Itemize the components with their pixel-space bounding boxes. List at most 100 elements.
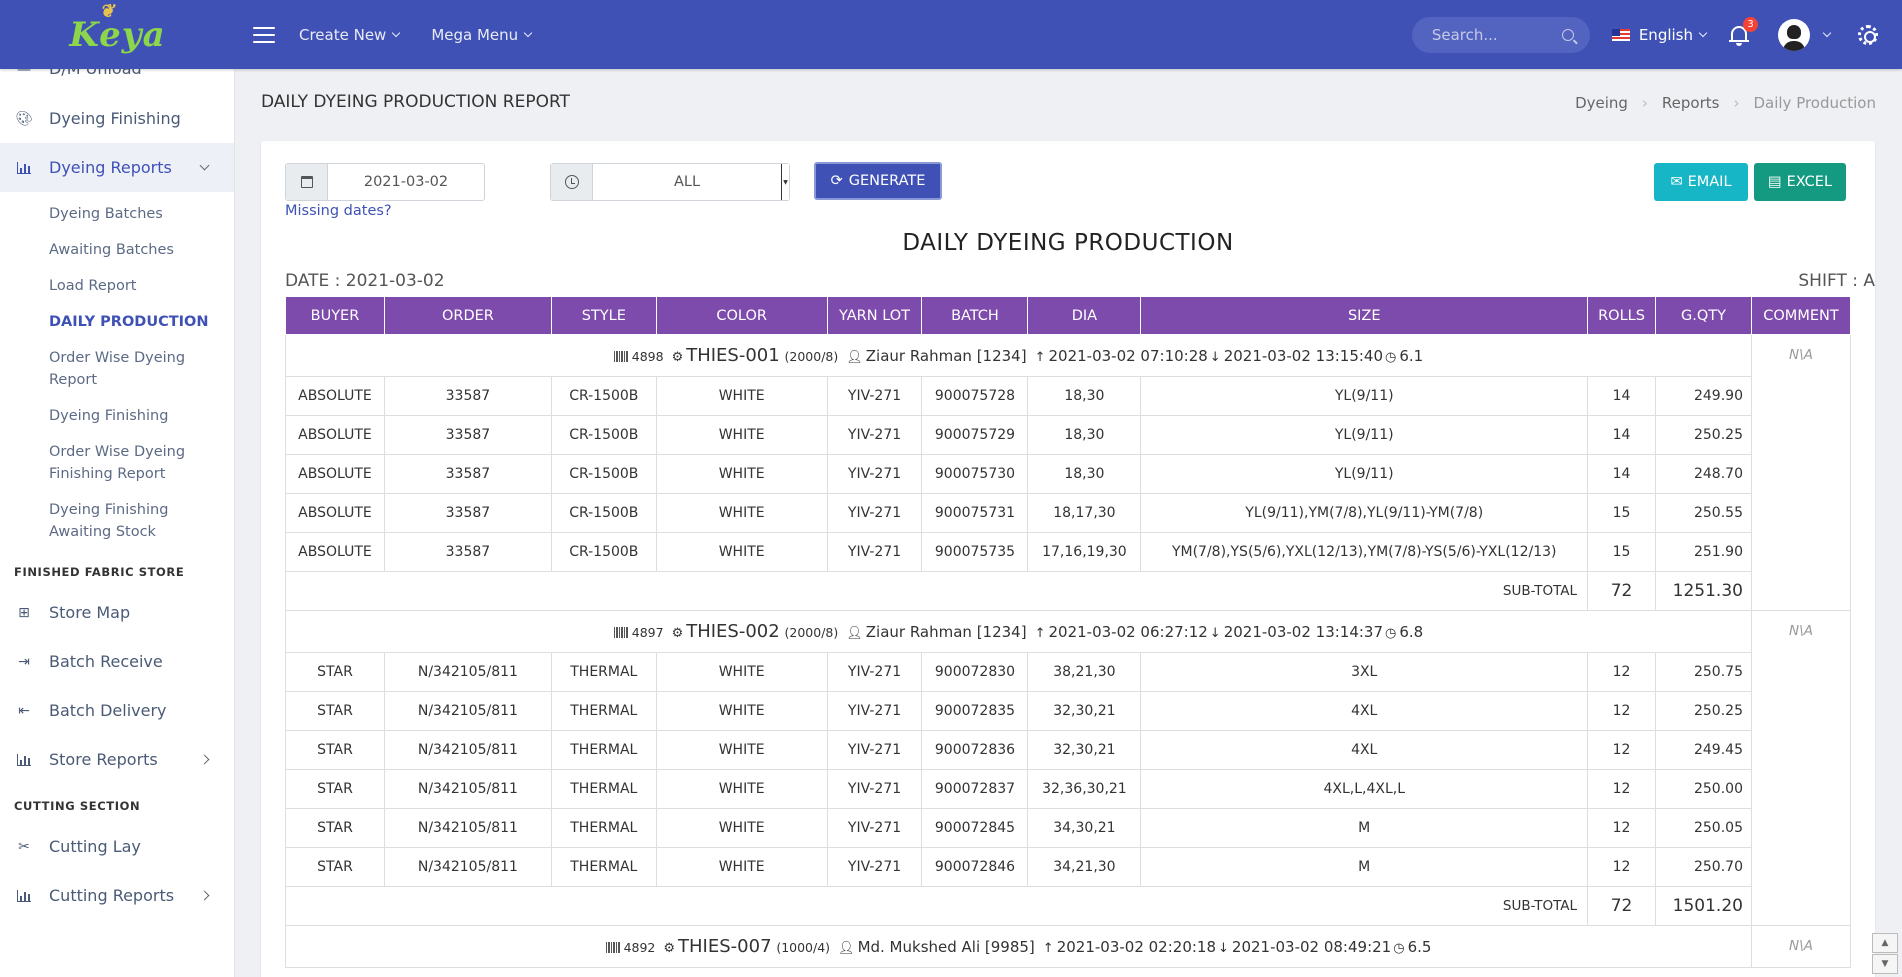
clock-icon [551, 164, 593, 200]
language-selector[interactable]: English [1611, 26, 1708, 44]
table-cell: WHITE [655, 532, 828, 572]
bar-chart-icon [16, 160, 32, 176]
sidebar-sub-daily-production[interactable]: DAILY PRODUCTION [0, 304, 234, 340]
generate-button[interactable]: ⟳ GENERATE [814, 162, 942, 200]
sidebar-sub-dyeing-batches[interactable]: Dyeing Batches [0, 196, 234, 232]
sidebar-sub-dyeing-finishing[interactable]: Dyeing Finishing [0, 398, 234, 434]
user-avatar[interactable] [1778, 18, 1810, 51]
table-cell: 900072835 [921, 691, 1029, 731]
table-cell: N/342105/811 [383, 808, 552, 848]
notification-bell-icon[interactable]: 3 [1728, 16, 1758, 47]
table-cell: 18,17,30 [1027, 493, 1142, 533]
table-cell: 15 [1587, 493, 1657, 533]
comment-cell: N\A [1750, 925, 1852, 968]
sidebar-item-store-reports[interactable]: Store Reports [0, 735, 234, 784]
table-cell: YIV-271 [826, 454, 923, 494]
chevron-down-icon[interactable]: ▼ [781, 164, 789, 200]
sidebar-item-store-map[interactable]: ⊞ Store Map [0, 588, 234, 637]
table-cell: THERMAL [550, 769, 657, 809]
table-cell: 249.90 [1655, 376, 1752, 416]
operator-name: Ziaur Rahman [1234] [865, 347, 1027, 365]
end-time: 2021-03-02 13:14:37 [1223, 623, 1384, 641]
batch-barcode: 4897 [631, 625, 664, 640]
create-new-menu[interactable]: Create New [299, 26, 401, 44]
scroll-down-button[interactable]: ▼ [1872, 954, 1898, 974]
table-cell: M [1140, 808, 1589, 848]
arrow-down-icon: ↓ [1209, 626, 1221, 641]
sidebar-sub-order-wise-dyeing-finishing-report[interactable]: Order Wise Dyeing Finishing Report [0, 434, 234, 492]
sidebar-item-cutting-lay[interactable]: ✂ Cutting Lay [0, 822, 234, 871]
table-cell: 250.25 [1655, 415, 1752, 455]
table-cell: ABSOLUTE [285, 454, 385, 494]
mega-menu[interactable]: Mega Menu [431, 26, 533, 44]
table-cell: 900072836 [921, 730, 1029, 770]
table-cell: 34,21,30 [1027, 847, 1142, 887]
table-cell: 900075730 [921, 454, 1029, 494]
scroll-up-button[interactable]: ▲ [1872, 933, 1898, 953]
table-cell: STAR [285, 769, 385, 809]
sidebar-item-batch-delivery[interactable]: ⇤ Batch Delivery [0, 686, 234, 735]
shift-select[interactable]: ALL ▼ [550, 163, 790, 201]
table-cell: THERMAL [550, 847, 657, 887]
sidebar-sub-order-wise-dyeing-report[interactable]: Order Wise Dyeing Report [0, 340, 234, 398]
table-cell: WHITE [655, 493, 828, 533]
palette-icon: 🎨︎ [15, 110, 33, 127]
table-cell: 12 [1587, 808, 1657, 848]
sidebar-heading-cutting-section: CUTTING SECTION [14, 799, 141, 813]
subtotal-qty: 1501.20 [1655, 886, 1752, 926]
arrow-down-icon: ↓ [1209, 350, 1221, 365]
hamburger-menu-icon[interactable] [253, 26, 275, 43]
table-cell: 900075728 [921, 376, 1029, 416]
search-icon[interactable] [1561, 28, 1574, 41]
sidebar-item-batch-receive[interactable]: ⇥ Batch Receive [0, 637, 234, 686]
batch-barcode: 4898 [631, 349, 664, 364]
sidebar-item-cutting-reports[interactable]: Cutting Reports [0, 871, 234, 920]
chevron-down-icon[interactable] [1822, 28, 1832, 37]
report-date: DATE : 2021-03-02 [285, 271, 445, 291]
end-time: 2021-03-02 13:15:40 [1223, 347, 1384, 365]
sidebar-item-dyeing-reports[interactable]: Dyeing Reports [0, 143, 234, 192]
table-cell: 249.45 [1655, 730, 1752, 770]
table-cell: 250.25 [1655, 691, 1752, 731]
table-row: ABSOLUTE 33587 CR-1500B WHITE YIV-271 9000757… [285, 454, 1851, 494]
missing-dates-link[interactable]: Missing dates? [285, 203, 392, 219]
table-cell: YIV-271 [826, 532, 923, 572]
chevron-right-icon: › [1641, 94, 1648, 112]
table-cell: YIV-271 [826, 769, 923, 809]
date-input[interactable]: 2021-03-02 [328, 164, 484, 200]
sidebar-item-dyeing-finishing[interactable]: 🎨︎ Dyeing Finishing [0, 94, 234, 143]
sidebar-item-dm-unload[interactable]: —D/M Unload [0, 69, 234, 78]
app-logo[interactable]: ❦ Keya [0, 0, 235, 69]
gear-icon[interactable] [1858, 24, 1878, 45]
search-input[interactable] [1431, 25, 1562, 44]
table-cell: 4XL,L,4XL,L [1140, 769, 1589, 809]
batch-group-header-row: 4897 ⚙ THIES-002 (2000/8) 👤︎ Ziaur Rahman [1… [285, 610, 1852, 926]
table-cell: 250.05 [1655, 808, 1752, 848]
table-header-row: BUYER ORDER STYLE COLOR YARN LOT BATCH DIA SIZE… [285, 296, 1852, 335]
table-cell: 38,21,30 [1027, 652, 1142, 692]
clock-icon: ◷ [1385, 350, 1397, 365]
date-picker[interactable]: 2021-03-02 [285, 163, 485, 201]
column-header: ROLLS [1587, 296, 1657, 335]
table-row: ABSOLUTE 33587 CR-1500B WHITE YIV-271 9000757… [285, 532, 1851, 572]
chevron-down-icon [523, 28, 533, 37]
sidebar-sub-awaiting-batches[interactable]: Awaiting Batches [0, 232, 234, 268]
table-cell: YIV-271 [826, 493, 923, 533]
excel-button[interactable]: ▤ EXCEL [1754, 163, 1846, 201]
table-cell: 250.75 [1655, 652, 1752, 692]
sidebar-sub-load-report[interactable]: Load Report [0, 268, 234, 304]
table-cell: M [1140, 847, 1589, 887]
subtotal-qty: 1251.30 [1655, 571, 1752, 611]
sidebar-sub-dyeing-finishing-awaiting-stock[interactable]: Dyeing Finishing Awaiting Stock [0, 492, 234, 550]
breadcrumb-dyeing[interactable]: Dyeing [1575, 94, 1628, 112]
table-cell: 250.55 [1655, 493, 1752, 533]
subtotal-label: SUB-TOTAL [284, 571, 1589, 611]
shift-select-value[interactable]: ALL [593, 164, 781, 200]
breadcrumb-reports[interactable]: Reports [1662, 94, 1720, 112]
table-cell: 33587 [383, 532, 552, 572]
table-cell: 12 [1587, 730, 1657, 770]
email-button[interactable]: ✉ EMAIL [1654, 163, 1748, 201]
duration: 6.8 [1399, 623, 1424, 641]
calendar-icon[interactable] [286, 164, 328, 200]
breadcrumb: Dyeing › Reports › Daily Production [1575, 94, 1876, 112]
